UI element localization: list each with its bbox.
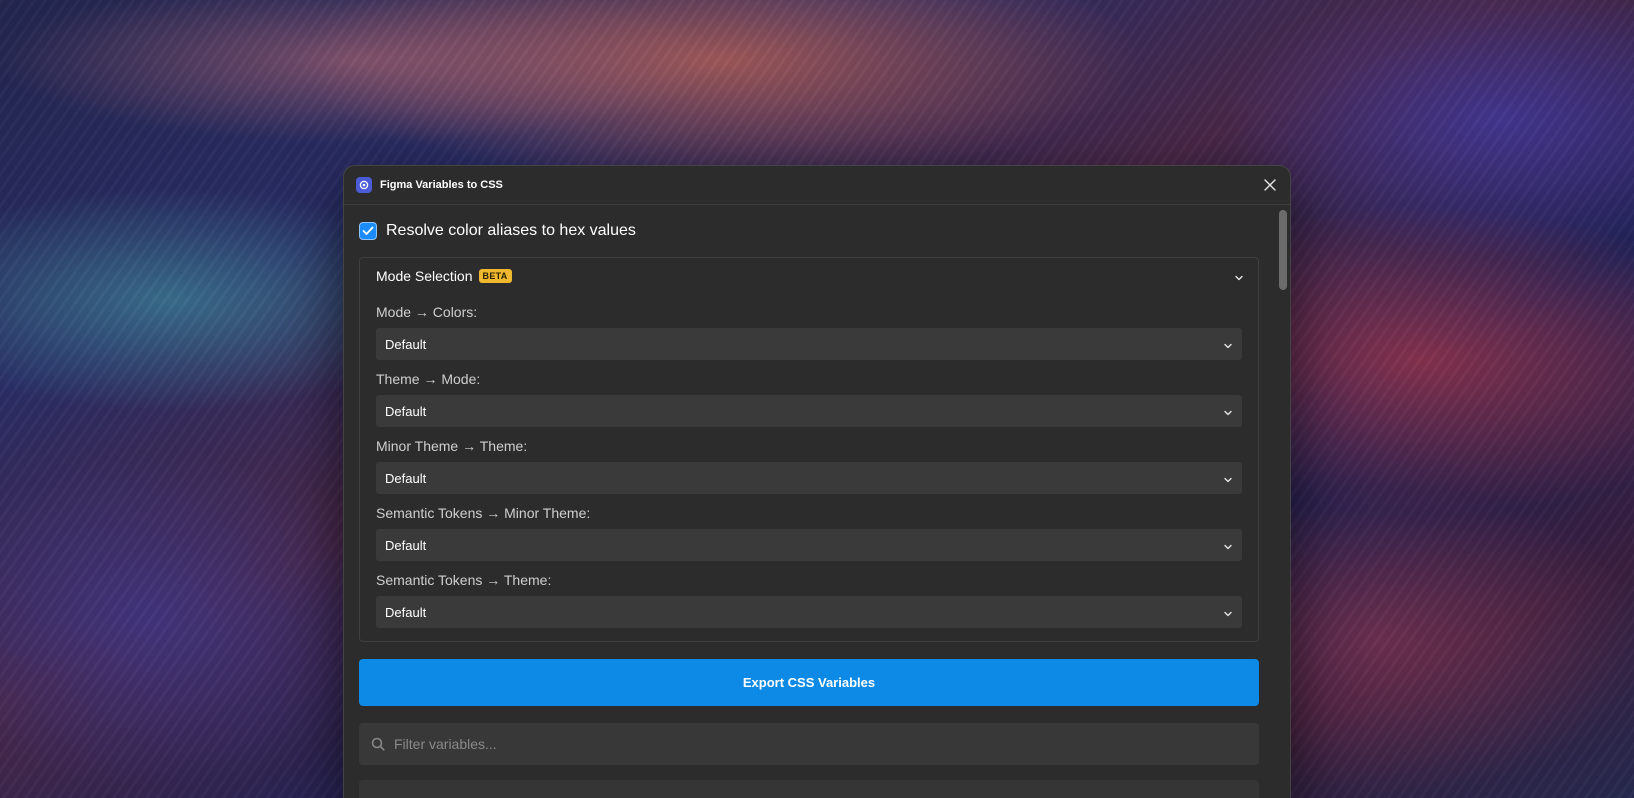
window-title: Figma Variables to CSS (380, 179, 503, 191)
mode-label: Mode → Colors: (376, 303, 478, 320)
mode-select-value: Default (385, 403, 427, 419)
chevron-down-icon (1223, 406, 1233, 421)
mode-select-value: Default (385, 336, 427, 352)
mode-select-value: Default (385, 470, 427, 486)
chevron-down-icon (1223, 339, 1233, 354)
mode-select-semantic-theme[interactable]: Default (376, 596, 1242, 628)
mode-label: Semantic Tokens → Minor Theme: (376, 504, 591, 521)
variables-list-item[interactable] (359, 780, 1259, 798)
chevron-down-icon (1223, 607, 1233, 622)
beta-badge: BETA (478, 268, 512, 283)
filter-variables-input[interactable] (392, 735, 1236, 753)
mode-group: Semantic Tokens → Minor Theme: Default (376, 494, 1242, 561)
plugin-content: Resolve color aliases to hex values Mode… (344, 205, 1290, 798)
mode-label: Theme → Mode: (376, 370, 481, 387)
mode-selection-panel: Mode Selection BETA Mode → Colors: Defau… (359, 257, 1259, 642)
checkmark-icon (362, 226, 374, 235)
close-icon (1264, 179, 1276, 191)
plugin-window: Figma Variables to CSS Resolve color ali… (343, 165, 1291, 798)
title-bar: Figma Variables to CSS (344, 166, 1290, 205)
mode-group: Semantic Tokens → Theme: Default (376, 561, 1242, 628)
close-button[interactable] (1260, 175, 1280, 195)
chevron-down-icon (1223, 540, 1233, 555)
resolve-aliases-label: Resolve color aliases to hex values (386, 222, 636, 239)
mode-select-minor-theme[interactable]: Default (376, 529, 1242, 561)
mode-selection-title: Mode Selection (376, 267, 473, 284)
mode-label: Semantic Tokens → Theme: (376, 571, 552, 588)
mode-group: Minor Theme → Theme: Default (376, 427, 1242, 494)
mode-list: Mode → Colors: Default Theme → Mode: Def… (360, 293, 1258, 628)
chevron-down-icon[interactable] (1234, 270, 1244, 288)
mode-select-mode[interactable]: Default (376, 395, 1242, 427)
mode-select-colors[interactable]: Default (376, 328, 1242, 360)
plugin-icon (356, 177, 372, 193)
mode-selection-header[interactable]: Mode Selection BETA (360, 258, 1258, 293)
mode-group: Mode → Colors: Default (376, 293, 1242, 360)
chevron-down-icon (1223, 473, 1233, 488)
resolve-aliases-checkbox[interactable] (359, 222, 377, 240)
mode-label: Minor Theme → Theme: (376, 437, 528, 454)
search-icon (371, 737, 385, 751)
resolve-aliases-option[interactable]: Resolve color aliases to hex values (359, 205, 1275, 257)
mode-group: Theme → Mode: Default (376, 360, 1242, 427)
mode-select-value: Default (385, 604, 427, 620)
mode-select-value: Default (385, 537, 427, 553)
filter-field[interactable] (359, 723, 1259, 765)
mode-select-theme[interactable]: Default (376, 462, 1242, 494)
export-css-variables-button[interactable]: Export CSS Variables (359, 659, 1259, 706)
